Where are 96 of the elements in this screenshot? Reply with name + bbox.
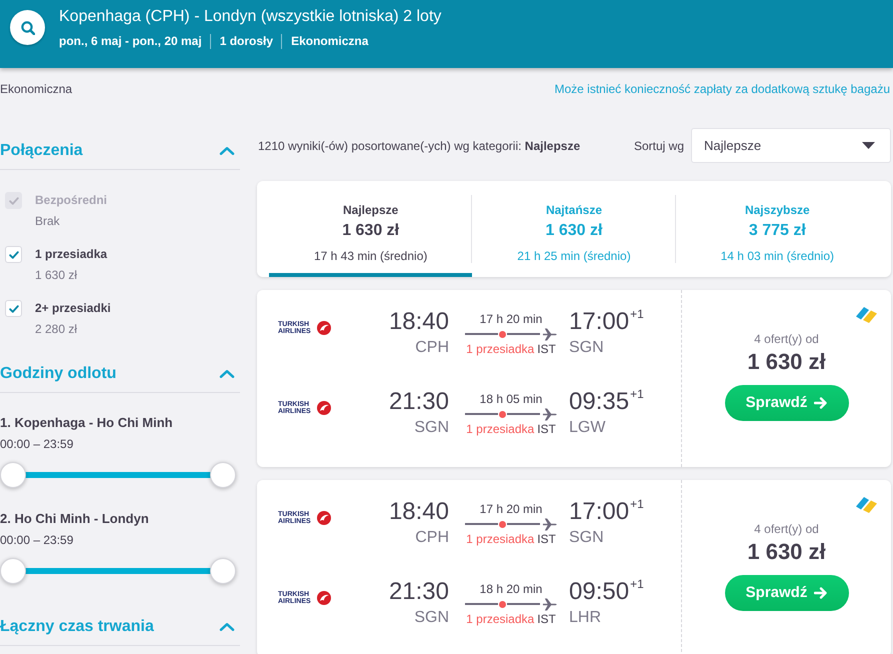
stop-airport: IST xyxy=(537,342,556,356)
option-price: 1 630 zł xyxy=(35,267,78,283)
sort-tab[interactable]: Najlepsze 1 630 zł 17 h 43 min (średnio) xyxy=(269,181,472,277)
arrival-airport: LGW xyxy=(569,418,606,438)
plane-icon xyxy=(542,598,557,610)
arrival-time: 09:35 xyxy=(569,388,630,416)
stop-airport: IST xyxy=(537,532,556,546)
flight-duration: 17 h 20 min xyxy=(478,501,544,517)
chevron-up-icon[interactable] xyxy=(219,622,235,632)
offer-price: 1 630 zł xyxy=(747,350,826,374)
departure-airport: CPH xyxy=(414,528,449,548)
results-summary: 1210 wyniki(-ów) posortowane(-ych) wg kategorii: Najlepsze xyxy=(258,138,580,154)
slider-thumb[interactable] xyxy=(0,462,26,488)
tickets-icon xyxy=(855,306,878,323)
departure-time: 18:40 xyxy=(388,498,449,526)
stop-dot-icon xyxy=(499,520,506,528)
arrival-time: 09:50 xyxy=(569,578,630,606)
option-label: Bezpośredni xyxy=(35,192,108,208)
option-label: 1 przesiadka xyxy=(35,246,108,262)
stop-dot-icon xyxy=(499,410,506,418)
offer-price: 1 630 zł xyxy=(747,540,826,564)
offer-count: 4 ofert(y) od xyxy=(754,521,819,537)
slider-thumb[interactable] xyxy=(210,462,236,488)
time-range-slider[interactable] xyxy=(0,462,236,488)
filter-heading: Połączenia xyxy=(0,141,83,161)
slider-thumb[interactable] xyxy=(0,558,26,584)
search-detail: 1 dorosły xyxy=(210,34,274,49)
cabin-class: Ekonomiczna xyxy=(0,81,72,98)
check-offer-button[interactable]: Sprawdź xyxy=(724,575,848,611)
slider-thumb[interactable] xyxy=(210,558,236,584)
time-range-slider[interactable] xyxy=(0,558,236,584)
time-range: 00:00 – 23:59 xyxy=(0,436,74,452)
checkmark-icon xyxy=(8,304,18,312)
check-offer-button[interactable]: Sprawdź xyxy=(724,385,848,421)
arrival-time: 17:00 xyxy=(569,308,630,336)
sort-tab[interactable]: Najtańsze 1 630 zł 21 h 25 min (średnio) xyxy=(472,181,676,277)
day-offset: +1 xyxy=(630,388,644,400)
arrival-airport: LHR xyxy=(569,608,602,628)
plane-icon xyxy=(542,518,557,530)
search-button[interactable] xyxy=(10,10,45,45)
stops-count: 1 przesiadka xyxy=(466,342,534,356)
search-icon xyxy=(20,20,34,34)
checkbox[interactable] xyxy=(5,246,22,263)
departure-airport: CPH xyxy=(414,338,449,358)
circle-emblem-icon xyxy=(317,511,331,525)
checkbox[interactable] xyxy=(5,300,22,317)
sort-tab[interactable]: Najszybsze 3 775 zł 14 h 03 min (średnio) xyxy=(676,181,879,277)
route-title: Kopenhaga (CPH) - Londyn (wszystkie lotniska) 2 loty xyxy=(59,7,442,27)
caret-down-icon xyxy=(862,142,875,149)
departure-time: 21:30 xyxy=(388,388,449,416)
stop-airport: IST xyxy=(537,422,556,436)
tickets-icon xyxy=(855,496,878,513)
arrival-airport: SGN xyxy=(569,338,605,358)
arrival-time: 17:00 xyxy=(569,498,630,526)
flight-duration: 17 h 20 min xyxy=(478,311,544,327)
departure-time: 18:40 xyxy=(388,308,449,336)
time-range: 00:00 – 23:59 xyxy=(0,532,74,548)
checkmark-icon xyxy=(8,196,18,204)
search-detail: Ekonomiczna xyxy=(281,34,368,49)
sort-label: Sortuj wg xyxy=(634,138,684,154)
search-detail: pon., 6 maj - pon., 20 maj xyxy=(59,34,202,49)
filter-heading: Godziny odlotu xyxy=(0,364,116,384)
offer-count: 4 ofert(y) od xyxy=(754,331,819,347)
stop-dot-icon xyxy=(499,600,506,608)
checkmark-icon xyxy=(8,250,18,258)
day-offset: +1 xyxy=(630,498,644,510)
flight-segment-label: 2. Ho Chi Minh - Londyn xyxy=(0,511,150,527)
arrow-right-icon xyxy=(814,587,828,599)
plane-icon xyxy=(542,408,557,420)
circle-emblem-icon xyxy=(317,591,331,605)
flight-duration: 18 h 05 min xyxy=(478,391,544,407)
option-label: 2+ przesiadki xyxy=(35,300,111,316)
arrival-airport: SGN xyxy=(569,528,605,548)
day-offset: +1 xyxy=(630,308,644,320)
stops-count: 1 przesiadka xyxy=(466,532,534,546)
filter-heading: Łączny czas trwania xyxy=(0,617,154,637)
chevron-up-icon[interactable] xyxy=(219,369,235,379)
stop-airport: IST xyxy=(537,612,556,626)
circle-emblem-icon xyxy=(317,401,331,415)
option-price: 2 280 zł xyxy=(35,321,78,337)
flight-segment-label: 1. Kopenhaga - Ho Chi Minh xyxy=(0,415,174,431)
baggage-notice: Może istnieć konieczność zapłaty za dodatkową sztukę bagażu xyxy=(554,81,890,98)
option-price: Brak xyxy=(35,213,61,229)
chevron-up-icon[interactable] xyxy=(219,146,235,156)
departure-airport: SGN xyxy=(413,608,449,628)
departure-airport: SGN xyxy=(413,418,449,438)
day-offset: +1 xyxy=(630,578,644,590)
flight-duration: 18 h 20 min xyxy=(478,581,544,597)
plane-icon xyxy=(542,328,557,340)
arrow-right-icon xyxy=(814,397,828,409)
stop-dot-icon xyxy=(499,330,506,338)
departure-time: 21:30 xyxy=(388,578,449,606)
sort-dropdown[interactable]: Najlepsze xyxy=(691,128,891,163)
circle-emblem-icon xyxy=(317,321,331,335)
stops-count: 1 przesiadka xyxy=(466,612,534,626)
stops-count: 1 przesiadka xyxy=(466,422,534,436)
